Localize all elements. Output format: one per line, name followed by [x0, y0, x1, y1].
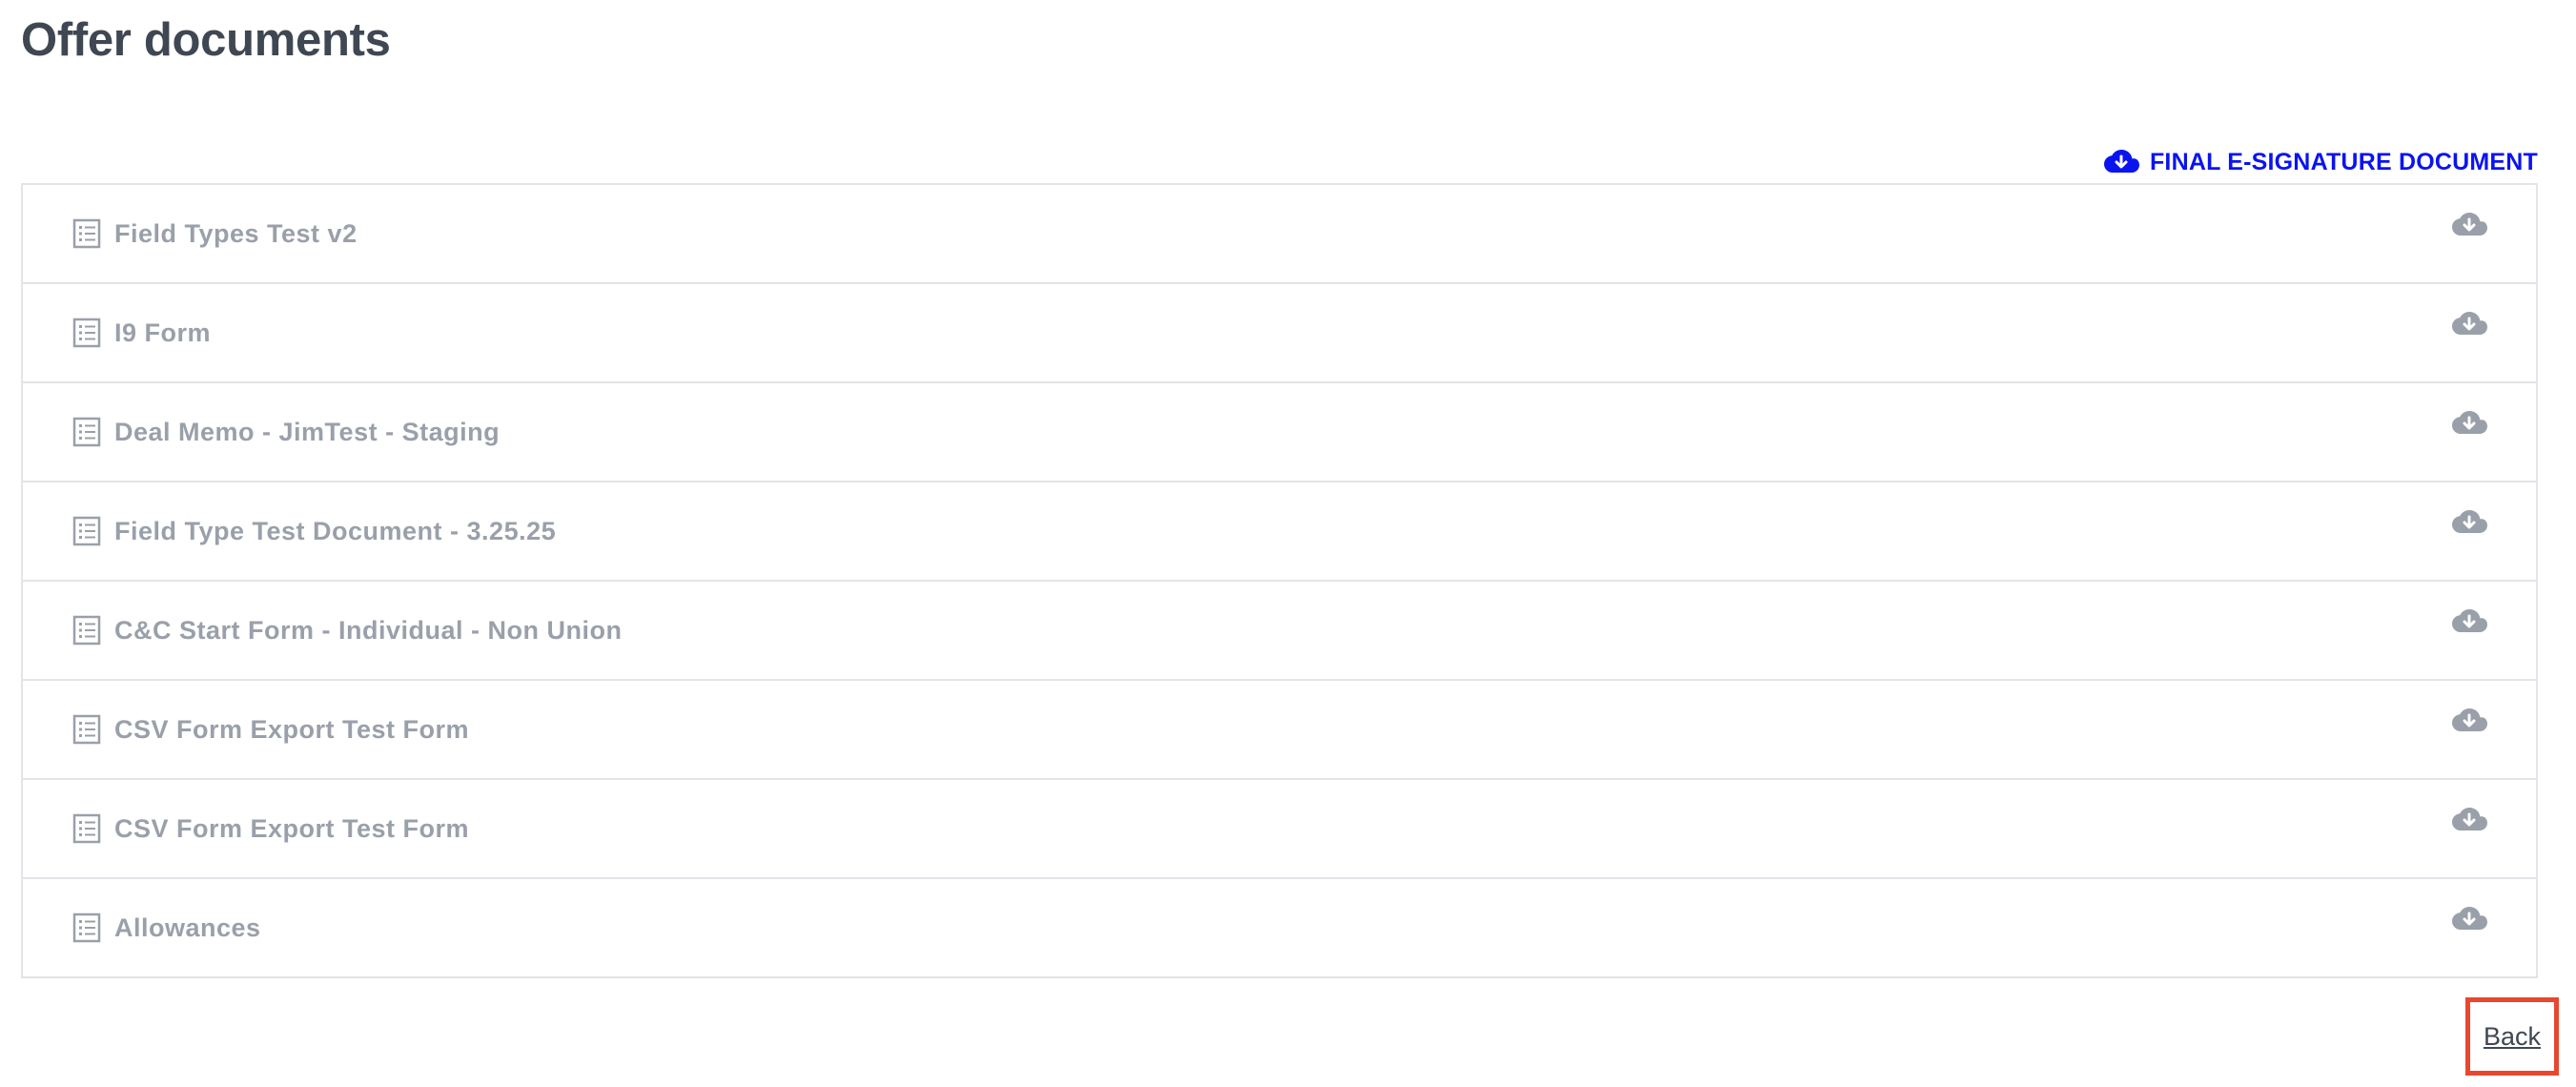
- document-name[interactable]: CSV Form Export Test Form: [114, 715, 469, 745]
- document-name[interactable]: Allowances: [114, 913, 261, 943]
- cloud-download-icon[interactable]: [2450, 706, 2488, 736]
- document-row: Field Types Test v2: [23, 185, 2536, 282]
- document-list-icon: [72, 516, 101, 546]
- document-list: Field Types Test v2 I9 Form Deal Memo - …: [21, 183, 2538, 978]
- back-button-highlight: Back: [2465, 997, 2559, 1076]
- cloud-download-icon: [2103, 150, 2139, 173]
- cloud-download-icon[interactable]: [2450, 507, 2488, 538]
- document-name[interactable]: C&C Start Form - Individual - Non Union: [114, 616, 622, 646]
- final-e-signature-document-button[interactable]: FINAL E-SIGNATURE DOCUMENT: [2102, 147, 2538, 177]
- document-row: Deal Memo - JimTest - Staging: [23, 381, 2536, 481]
- document-row: I9 Form: [23, 282, 2536, 381]
- document-name[interactable]: I9 Form: [114, 318, 211, 348]
- page-title: Offer documents: [21, 14, 391, 66]
- document-list-icon: [72, 318, 101, 348]
- back-link[interactable]: Back: [2484, 1022, 2541, 1052]
- document-row: C&C Start Form - Individual - Non Union: [23, 580, 2536, 679]
- document-name[interactable]: Deal Memo - JimTest - Staging: [114, 418, 500, 447]
- document-list-icon: [72, 813, 101, 844]
- document-list-icon: [72, 218, 101, 249]
- cloud-download-icon[interactable]: [2450, 309, 2488, 339]
- document-list-icon: [72, 615, 101, 646]
- final-e-signature-document-label: FINAL E-SIGNATURE DOCUMENT: [2149, 148, 2538, 175]
- cloud-download-icon[interactable]: [2450, 210, 2488, 240]
- cloud-download-icon[interactable]: [2450, 904, 2488, 934]
- document-name[interactable]: CSV Form Export Test Form: [114, 814, 469, 844]
- document-row: Field Type Test Document - 3.25.25: [23, 481, 2536, 580]
- document-name[interactable]: Field Type Test Document - 3.25.25: [114, 517, 556, 546]
- document-row: CSV Form Export Test Form: [23, 679, 2536, 778]
- document-list-icon: [72, 714, 101, 745]
- cloud-download-icon[interactable]: [2450, 805, 2488, 835]
- document-name[interactable]: Field Types Test v2: [114, 219, 358, 249]
- cloud-download-icon[interactable]: [2450, 408, 2488, 439]
- document-list-icon: [72, 913, 101, 943]
- document-row: Allowances: [23, 877, 2536, 976]
- document-list-icon: [72, 417, 101, 447]
- document-row: CSV Form Export Test Form: [23, 778, 2536, 877]
- cloud-download-icon[interactable]: [2450, 606, 2488, 637]
